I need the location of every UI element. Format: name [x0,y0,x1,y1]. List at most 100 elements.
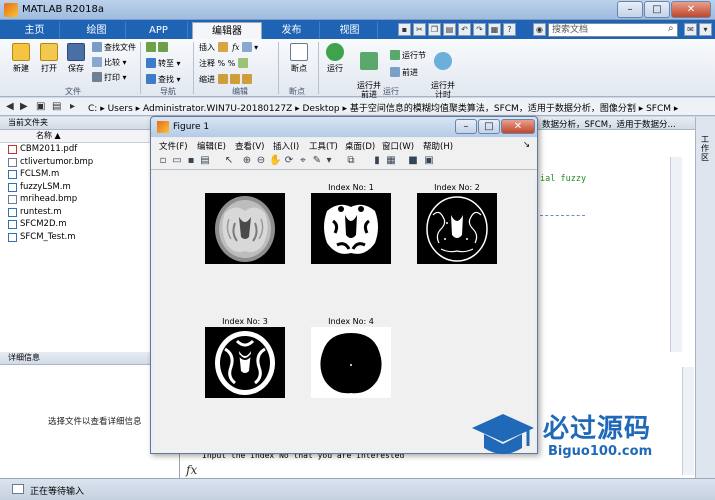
current-folder-path[interactable]: C: ▸ Users ▸ Administrator.WIN7U-2018012… [88,101,678,114]
legend-icon[interactable]: ▦ [385,155,397,167]
print-button[interactable]: 打印 ▾ [92,72,127,84]
cut-quick-icon[interactable]: ✂ [413,23,426,36]
brush-dropdown-icon[interactable]: ▾ [323,155,335,167]
figure-minimize-button[interactable]: – [455,119,477,134]
goto-icon [146,58,156,68]
tab-home[interactable]: 主页 [10,22,60,39]
maximize-button[interactable]: □ [644,1,670,18]
menu-help[interactable]: 帮助(H) [423,140,453,152]
rotate-icon[interactable]: ⟳ [283,155,295,167]
browse-folder-icon[interactable]: ▤ [52,101,61,112]
data-cursor-icon[interactable]: ⌖ [297,155,309,167]
path-segment[interactable]: Users [108,104,133,114]
menu-file[interactable]: 文件(F) [159,140,188,152]
notifications-icon[interactable]: ✉ [684,23,697,36]
paste-quick-icon[interactable]: ▤ [443,23,456,36]
path-segment[interactable]: C: [88,104,97,114]
graduation-cap-logo [472,414,534,454]
cluster-image-1 [311,193,391,264]
compare-button[interactable]: 比较 ▾ [92,57,127,69]
zoom-in-icon[interactable]: ⊕ [241,155,253,167]
breakpoints-button[interactable]: 断点 [286,43,312,74]
new-button[interactable]: 新建 [8,43,34,74]
undo-quick-icon[interactable]: ↶ [458,23,471,36]
workspace-side-tab[interactable]: 工作区 [695,117,715,478]
figure-close-button[interactable]: ✕ [501,119,535,134]
original-mri-image [205,193,285,264]
run-button[interactable]: 运行 [322,43,348,74]
editor-scrollbar[interactable] [670,157,682,352]
folder-up-icon[interactable]: ▣ [36,101,45,112]
run-section-button[interactable]: 运行节 [390,50,426,62]
expand-ribbon-icon[interactable]: ▾ [699,23,712,36]
menu-insert[interactable]: 插入(I) [273,140,299,152]
run-section-icon [390,50,400,60]
goto-button[interactable]: 转至 ▾ [146,58,181,70]
pan-icon[interactable]: ✋ [269,155,281,167]
pointer-icon[interactable]: ↖ [223,155,235,167]
menu-edit[interactable]: 编辑(E) [197,140,226,152]
pdf-file-icon [8,145,17,154]
insert-button[interactable]: 插入 fx ▾ [199,42,258,54]
open-file-icon[interactable]: ▭ [171,155,183,167]
help-quick-icon[interactable]: ? [503,23,516,36]
new-figure-icon[interactable]: ▫ [157,155,169,167]
run-advance-button[interactable]: 运行并 前进 [354,43,384,99]
back-arrow-icon[interactable]: ◀ [6,101,14,112]
run-time-button[interactable]: 运行并 计时 [428,43,458,99]
wrap-comment-icon [237,58,248,68]
tab-plots[interactable]: 绘图 [68,22,126,39]
save-button[interactable]: 保存 [63,43,89,74]
status-icon [12,484,24,494]
figure-maximize-button[interactable]: □ [478,119,500,134]
redo-quick-icon[interactable]: ↷ [473,23,486,36]
figure-toolbar: ▫ ▭ ▪ ▤ ↖ ⊕ ⊖ ✋ ⟳ ⌖ ✎ ▾ ⧉ ▮ ▦ ■ ▣ [151,153,537,170]
community-icon[interactable]: ◉ [533,23,546,36]
path-segment[interactable]: Desktop [303,104,340,114]
show-plot-tools-icon[interactable]: ▣ [423,155,435,167]
tab-editor[interactable]: 编辑器 [192,22,262,39]
menu-desktop[interactable]: 桌面(D) [345,140,375,152]
save-quick-icon[interactable]: ▪ [398,23,411,36]
find-files-button[interactable]: 查找文件 [92,42,136,54]
zoom-out-icon[interactable]: ⊖ [255,155,267,167]
hide-plot-tools-icon[interactable]: ■ [407,155,419,167]
search-documentation-input[interactable]: 搜索文档 [548,23,678,37]
dock-arrow-icon[interactable]: ↘ [523,140,530,150]
colorbar-icon[interactable]: ▮ [371,155,383,167]
command-prompt-fx-icon[interactable]: fx [186,463,197,477]
minimize-button[interactable]: – [617,1,643,18]
edit-group-label: 编辑 [232,87,248,96]
path-segment[interactable]: 基于空间信息的模糊均值聚类算法，SFCM，适用于数据分析，图像分割 [350,104,636,114]
menu-tools[interactable]: 工具(T) [309,140,338,152]
watermark-domain: Biguo100.com [548,444,653,459]
copy-quick-icon[interactable]: ❐ [428,23,441,36]
print-figure-icon[interactable]: ▤ [199,155,211,167]
search-icon[interactable]: ⌕ [668,23,674,34]
switch-windows-icon[interactable]: ▦ [488,23,501,36]
path-root-icon: ▸ [70,101,76,112]
figure-titlebar[interactable]: Figure 1 – □ ✕ [151,117,537,137]
close-button[interactable]: ✕ [671,1,711,18]
m-file-icon [8,170,17,179]
find-button[interactable]: 查找 ▾ [146,74,181,86]
path-segment[interactable]: Administrator.WIN7U-20180127Z [143,104,292,114]
link-plot-icon[interactable]: ⧉ [345,155,357,167]
comment-icon: % [227,59,236,68]
menu-window[interactable]: 窗口(W) [382,140,414,152]
open-button[interactable]: 打开 [36,43,62,74]
tab-view[interactable]: 视图 [322,22,378,39]
decrease-indent-icon [241,74,252,84]
forward-arrow-icon[interactable]: ▶ [20,101,28,112]
tab-apps[interactable]: APP [130,22,188,39]
brush-icon[interactable]: ✎ [311,155,323,167]
indent-button[interactable]: 缩进 [199,74,254,86]
comment-button[interactable]: 注释 % % [199,58,250,70]
tab-publish[interactable]: 发布 [264,22,320,39]
advance-button[interactable]: 前进 [390,67,418,79]
matlab-logo-icon [4,3,18,17]
menu-view[interactable]: 查看(V) [235,140,264,152]
path-segment[interactable]: SFCM [646,104,671,114]
save-figure-icon[interactable]: ▪ [185,155,197,167]
back-forward-buttons[interactable] [146,42,170,54]
